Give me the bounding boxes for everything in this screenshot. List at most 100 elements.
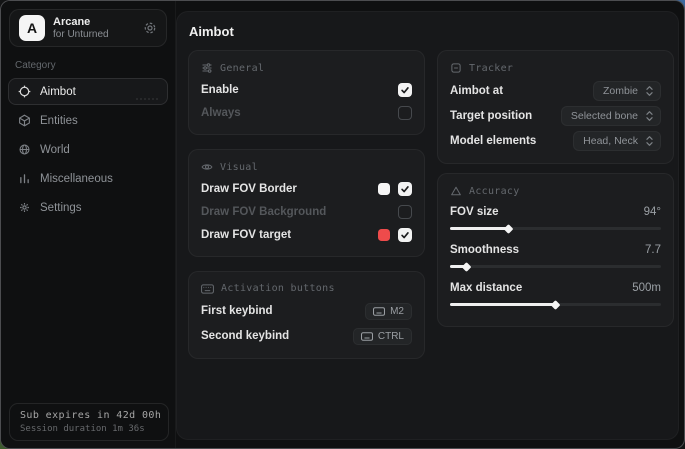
setting-row-always: Always <box>201 102 412 124</box>
color-swatch[interactable] <box>378 229 390 241</box>
setting-label: Aimbot at <box>450 85 503 97</box>
sliders-icon <box>201 62 213 74</box>
slider-fill <box>450 227 509 230</box>
gear-icon <box>18 201 31 214</box>
slider-value: 500m <box>632 282 661 294</box>
aimbot-at-select[interactable]: Zombie <box>593 81 661 101</box>
tracker-card: Tracker Aimbot at Zombie Target position <box>437 50 674 164</box>
fov-target-checkbox[interactable] <box>398 228 412 242</box>
slider-group-fov-size: FOV size 94° <box>450 202 661 230</box>
card-title: Tracker <box>469 63 513 74</box>
slider-value: 94° <box>644 206 661 218</box>
setting-row-fov-background: Draw FOV Background <box>201 201 412 223</box>
select-value: Selected bone <box>571 110 638 122</box>
setting-label: Model elements <box>450 135 536 147</box>
sidebar-item-label: Miscellaneous <box>40 173 113 185</box>
chevrons-up-down-icon <box>645 85 654 97</box>
setting-label: Enable <box>201 84 239 96</box>
sidebar-menu: Aimbot Entities <box>1 78 175 221</box>
chevrons-up-down-icon <box>645 135 654 147</box>
slider-fill <box>450 303 556 306</box>
target-position-select[interactable]: Selected bone <box>561 106 661 126</box>
sidebar-item-label: Settings <box>40 202 82 214</box>
sidebar-item-label: Entities <box>40 115 78 127</box>
triangle-icon <box>450 185 462 197</box>
subscription-expiry: Sub expires in 42d 00h <box>20 410 158 421</box>
setting-label: Max distance <box>450 282 522 294</box>
setting-row-fov-border: Draw FOV Border <box>201 178 412 200</box>
sidebar-item-miscellaneous[interactable]: Miscellaneous <box>8 165 168 192</box>
setting-row-first-keybind: First keybind M2 <box>201 299 412 323</box>
cube-icon <box>18 114 31 127</box>
keybind-value: CTRL <box>378 331 404 342</box>
globe-icon <box>18 143 31 156</box>
session-duration: Session duration 1m 36s <box>20 424 158 434</box>
select-value: Zombie <box>603 85 638 97</box>
slider-value: 7.7 <box>645 244 661 256</box>
model-elements-select[interactable]: Head, Neck <box>573 131 661 151</box>
eye-icon <box>201 161 213 173</box>
setting-row-model-elements: Model elements Head, Neck <box>450 129 661 153</box>
setting-label: First keybind <box>201 305 273 317</box>
keybind-value: M2 <box>390 306 404 317</box>
sidebar-item-label: World <box>40 144 70 156</box>
second-keybind-button[interactable]: CTRL <box>353 328 412 345</box>
setting-row-target-position: Target position Selected bone <box>450 104 661 128</box>
card-title: Activation buttons <box>221 283 335 294</box>
fov-border-checkbox[interactable] <box>398 182 412 196</box>
page-title: Aimbot <box>189 24 670 39</box>
color-swatch[interactable] <box>378 183 390 195</box>
sidebar-item-aimbot[interactable]: Aimbot <box>8 78 168 105</box>
card-title: Visual <box>220 162 258 173</box>
slider-fill <box>450 265 467 268</box>
setting-label: Draw FOV Border <box>201 183 297 195</box>
subscription-info-card: Sub expires in 42d 00h Session duration … <box>9 403 169 441</box>
enable-checkbox[interactable] <box>398 83 412 97</box>
setting-label: Draw FOV Background <box>201 206 326 218</box>
accuracy-card: Accuracy FOV size 94° Smoothness <box>437 173 674 327</box>
slider-group-smoothness: Smoothness 7.7 <box>450 240 661 268</box>
activation-card: Activation buttons First keybind M2 <box>188 271 425 359</box>
first-keybind-button[interactable]: M2 <box>365 303 412 320</box>
fov-size-slider[interactable] <box>450 227 661 230</box>
setting-label: Draw FOV target <box>201 229 291 241</box>
sidebar-item-settings[interactable]: Settings <box>8 194 168 221</box>
setting-row-fov-target: Draw FOV target <box>201 224 412 246</box>
setting-row-aimbot-at: Aimbot at Zombie <box>450 79 661 103</box>
app-subtitle: for Unturned <box>53 29 109 41</box>
app-logo-avatar: A <box>19 15 45 41</box>
category-label: Category <box>15 60 161 71</box>
faint-keybind-hint <box>136 89 158 100</box>
crosshair-icon <box>18 85 31 98</box>
visual-card: Visual Draw FOV Border Draw FOV Backgrou… <box>188 149 425 257</box>
bars-icon <box>18 172 31 185</box>
setting-label: FOV size <box>450 206 499 218</box>
sidebar-item-entities[interactable]: Entities <box>8 107 168 134</box>
chevrons-up-down-icon <box>645 110 654 122</box>
main-panel: Aimbot General <box>176 11 679 440</box>
setting-row-second-keybind: Second keybind CTRL <box>201 324 412 348</box>
smoothness-slider[interactable] <box>450 265 661 268</box>
app-name: Arcane <box>53 16 109 29</box>
general-card: General Enable Always <box>188 50 425 135</box>
setting-row-enable: Enable <box>201 79 412 101</box>
app-header-card: A Arcane for Unturned <box>9 9 167 47</box>
keyboard-icon <box>361 332 373 341</box>
slider-group-max-distance: Max distance 500m <box>450 278 661 306</box>
max-distance-slider[interactable] <box>450 303 661 306</box>
setting-label: Target position <box>450 110 532 122</box>
select-value: Head, Neck <box>583 135 638 147</box>
keyboard-icon <box>201 284 214 294</box>
sidebar-item-label: Aimbot <box>40 86 76 98</box>
gear-icon[interactable] <box>143 21 157 35</box>
app-window: A Arcane for Unturned Category <box>0 0 685 449</box>
fov-background-checkbox[interactable] <box>398 205 412 219</box>
always-checkbox[interactable] <box>398 106 412 120</box>
box-dash-icon <box>450 62 462 74</box>
card-title: Accuracy <box>469 186 520 197</box>
sidebar: A Arcane for Unturned Category <box>1 1 176 448</box>
sidebar-item-world[interactable]: World <box>8 136 168 163</box>
setting-label: Smoothness <box>450 244 519 256</box>
keyboard-icon <box>373 307 385 316</box>
setting-label: Second keybind <box>201 330 289 342</box>
